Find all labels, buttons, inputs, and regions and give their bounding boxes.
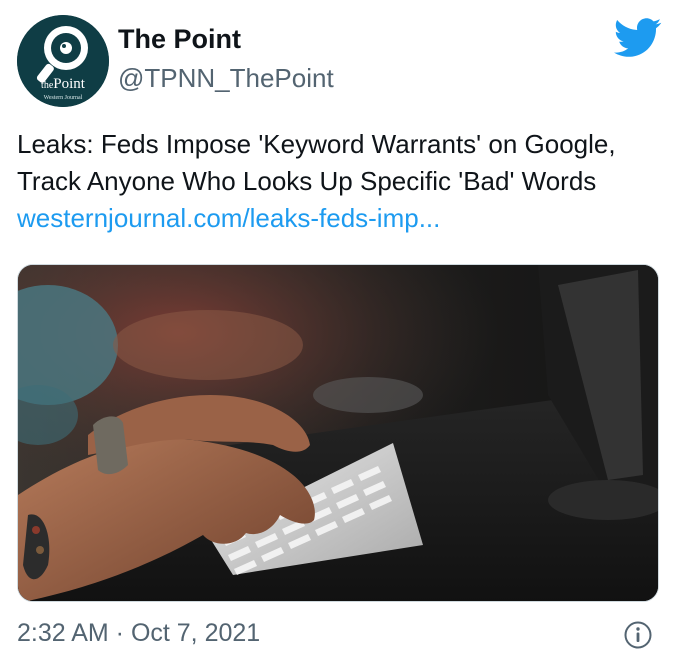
twitter-bird-icon[interactable] xyxy=(614,18,662,58)
avatar-label: thePoint xyxy=(41,76,85,92)
tweet-media-image[interactable] xyxy=(17,264,659,602)
article-link[interactable]: westernjournal.com/leaks-feds-imp... xyxy=(17,203,440,233)
tweet-timestamp[interactable]: 2:32 AM · Oct 7, 2021 xyxy=(17,617,260,649)
tweet-card[interactable]: thePoint Western Journal The Point @TPNN… xyxy=(0,0,683,653)
avatar[interactable]: thePoint Western Journal xyxy=(17,15,109,107)
tweet-text: Leaks: Feds Impose 'Keyword Warrants' on… xyxy=(17,126,667,237)
avatar-sublabel: Western Journal xyxy=(43,95,83,101)
magnifier-logo-icon xyxy=(17,15,109,107)
author-handle[interactable]: @TPNN_ThePoint xyxy=(118,61,334,95)
author-display-name[interactable]: The Point xyxy=(118,22,241,56)
info-icon[interactable] xyxy=(623,620,653,650)
tweet-body: Leaks: Feds Impose 'Keyword Warrants' on… xyxy=(17,129,616,196)
photo-hands-typing-on-keyboard-icon xyxy=(18,265,658,601)
